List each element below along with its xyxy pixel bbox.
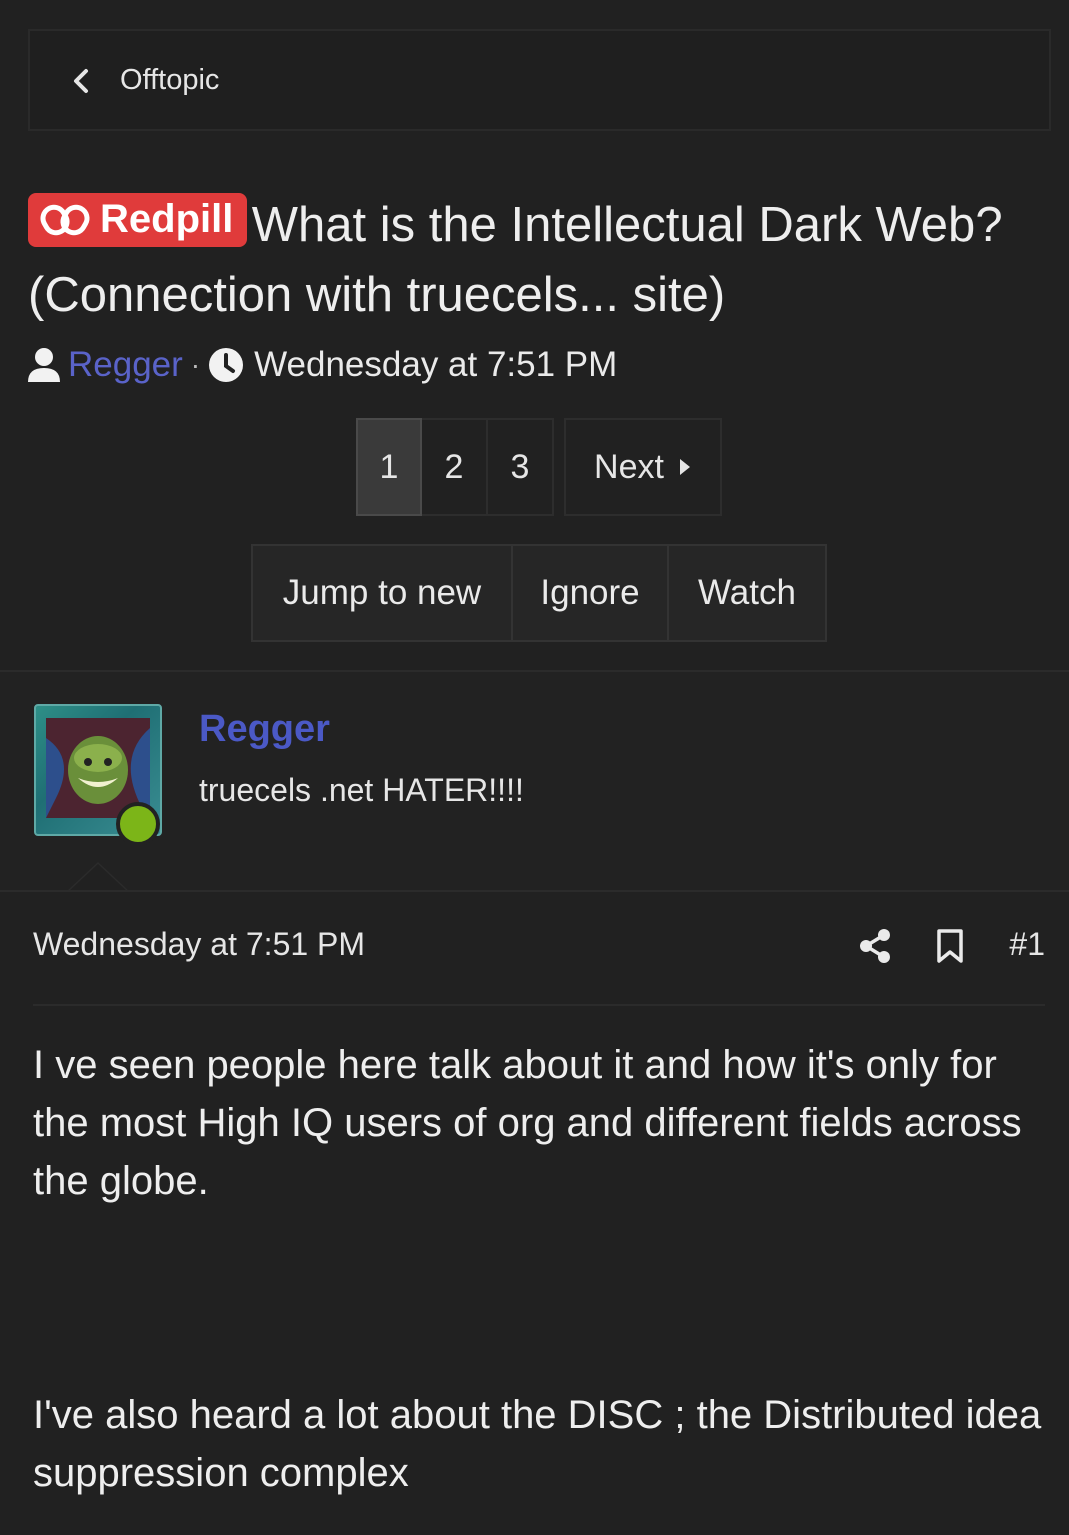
next-page-button[interactable]: Next — [564, 418, 722, 516]
chevron-left-icon — [74, 69, 88, 93]
bookmark-icon[interactable] — [935, 928, 965, 964]
user-icon — [28, 348, 60, 382]
page-1-button[interactable]: 1 — [356, 418, 422, 516]
breadcrumb[interactable]: Offtopic — [28, 29, 1051, 131]
post-header: Wednesday at 7:51 PM #1 — [33, 920, 1045, 980]
meta-separator: · — [190, 349, 201, 380]
message-arrow-fill — [68, 864, 128, 892]
post-paragraph: I ve seen people here talk about it and … — [33, 1043, 1022, 1203]
clock-icon — [209, 348, 244, 382]
page-2-button[interactable]: 2 — [422, 418, 488, 516]
thread-author-link[interactable]: Regger — [68, 345, 183, 385]
page-3-button[interactable]: 3 — [488, 418, 554, 516]
jump-to-new-button[interactable]: Jump to new — [251, 544, 513, 642]
breadcrumb-label[interactable]: Offtopic — [120, 64, 219, 97]
thread-date[interactable]: Wednesday at 7:51 PM — [254, 345, 617, 385]
online-status-indicator — [116, 802, 160, 846]
ignore-button[interactable]: Ignore — [511, 544, 669, 642]
thread-title-block: Redpill What is the Intellectual Dark We… — [28, 190, 1038, 330]
thread-actions: Jump to new Ignore Watch — [251, 544, 827, 642]
thread-prefix-badge[interactable]: Redpill — [28, 193, 248, 247]
post-date[interactable]: Wednesday at 7:51 PM — [33, 926, 365, 963]
post-user-panel: Regger truecels .net HATER!!!! — [0, 672, 1069, 890]
pagination: 1 2 3 Next — [356, 418, 722, 516]
divider — [33, 1004, 1045, 1006]
post-number-link[interactable]: #1 — [1009, 926, 1045, 963]
share-icon[interactable] — [859, 928, 891, 964]
watch-button[interactable]: Watch — [667, 544, 827, 642]
caret-right-icon — [679, 459, 690, 475]
divider — [0, 890, 1069, 892]
post-paragraph: I've also heard a lot about the DISC ; t… — [33, 1393, 1042, 1495]
post-username[interactable]: Regger — [199, 708, 330, 751]
post-body: I ve seen people here talk about it and … — [33, 1036, 1053, 1502]
next-page-label: Next — [594, 447, 664, 486]
pills-icon — [40, 204, 90, 236]
user-title: truecels .net HATER!!!! — [199, 772, 524, 808]
thread-meta: Regger · Wednesday at 7:51 PM — [26, 340, 617, 390]
thread-prefix-label: Redpill — [100, 196, 234, 241]
